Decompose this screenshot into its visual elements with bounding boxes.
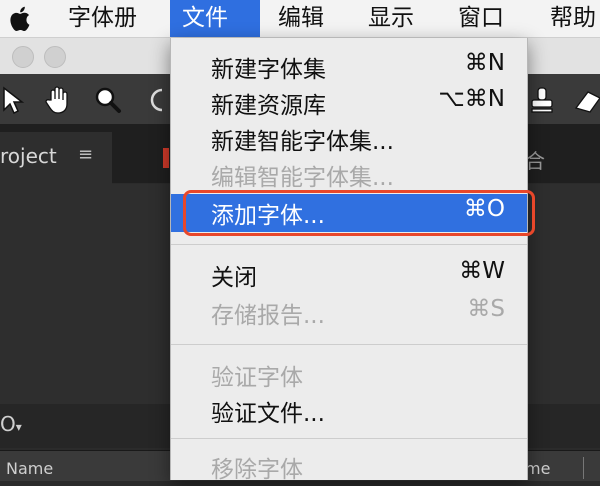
minimize-window-button[interactable] <box>44 46 66 68</box>
right-tab-label[interactable]: 合 <box>525 145 545 174</box>
menu-item-remove-fonts: 移除字体 <box>211 457 303 483</box>
file-menu-dropdown: 新建字体集 ⌘N 新建资源库 ⌥⌘N 新建智能字体集... 编辑智能字体集...… <box>170 38 528 483</box>
menu-item-edit-smart-collection: 编辑智能字体集... <box>211 165 394 191</box>
menu-item-close[interactable]: 关闭 ⌘W <box>171 256 527 294</box>
apple-logo-icon[interactable] <box>4 2 38 36</box>
menu-item-new-library[interactable]: 新建资源库 ⌥⌘N <box>171 84 527 122</box>
menu-item-new-smart-collection[interactable]: 新建智能字体集... <box>171 120 527 158</box>
menu-view[interactable]: 显示 <box>356 0 426 37</box>
highlight-callout <box>183 190 535 236</box>
menu-separator <box>171 244 527 245</box>
hand-tool-icon[interactable] <box>42 84 74 116</box>
stamp-tool-icon[interactable] <box>526 84 558 116</box>
red-marker <box>163 148 169 168</box>
menu-separator <box>171 438 527 439</box>
menu-item-new-collection[interactable]: 新建字体集 ⌘N <box>171 48 527 86</box>
menu-edit[interactable]: 编辑 <box>266 0 336 37</box>
column-divider <box>583 457 584 479</box>
menu-separator <box>171 344 527 345</box>
menu-window[interactable]: 窗口 <box>446 0 516 37</box>
menu-help[interactable]: 帮助 <box>538 0 600 37</box>
close-window-button[interactable] <box>12 46 34 68</box>
menu-file[interactable]: 文件 <box>170 0 260 37</box>
menu-item-validate-fonts: 验证字体 <box>211 365 303 391</box>
menu-bar: 字体册 文件 编辑 显示 窗口 帮助 <box>0 0 600 38</box>
panel-menu-icon[interactable]: ≡ <box>78 144 93 165</box>
menu-item-save-report: 存储报告... ⌘S <box>211 296 505 329</box>
menu-item-validate-file[interactable]: 验证文件... <box>171 392 527 430</box>
eraser-tool-icon[interactable] <box>570 84 600 116</box>
tab-project-label: roject <box>0 144 57 168</box>
tab-project[interactable]: roject ≡ <box>0 132 112 184</box>
search-field-icon[interactable]: O▾ <box>0 412 22 436</box>
pointer-tool-icon[interactable] <box>0 84 32 116</box>
column-name-partial[interactable]: me <box>525 459 550 478</box>
column-name[interactable]: Name <box>6 459 53 478</box>
menu-font-book[interactable]: 字体册 <box>56 0 149 37</box>
zoom-tool-icon[interactable] <box>92 84 124 116</box>
